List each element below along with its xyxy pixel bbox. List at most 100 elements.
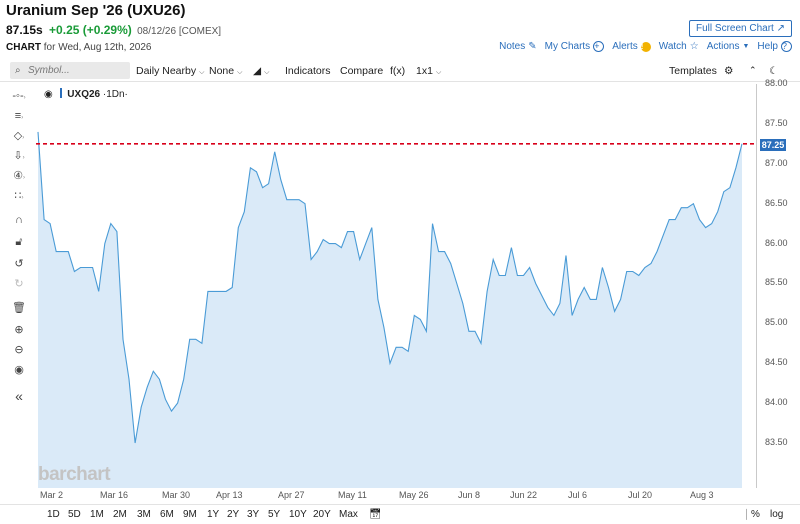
chevron-down-icon: ⌵ xyxy=(435,69,442,76)
area-chart-icon: ◢ xyxy=(253,65,262,77)
lock-icon[interactable]: 🔓︎ xyxy=(8,234,30,250)
range-button-2y[interactable]: 2Y xyxy=(227,509,239,520)
range-button-3m[interactable]: 3M xyxy=(137,509,151,520)
zoom-in-icon[interactable]: ⊕ xyxy=(8,322,30,338)
y-tick-label: 87.00 xyxy=(765,157,788,168)
barchart-logo: barchart xyxy=(38,464,111,485)
chevron-down-icon: ⌵ xyxy=(264,69,270,76)
chevron-down-icon: ⌵ xyxy=(199,69,205,76)
range-button-max[interactable]: Max xyxy=(339,509,358,520)
caret-down-icon: ▼ xyxy=(742,43,750,50)
magnet-icon[interactable]: ∩ xyxy=(8,212,30,228)
legend-symbol: UXQ26 xyxy=(67,89,101,100)
alert-icon: ! xyxy=(640,41,651,52)
x-tick-label: Mar 16 xyxy=(100,490,129,500)
undo-icon[interactable]: ↺ xyxy=(8,256,30,272)
y-tick-label: 86.00 xyxy=(765,237,788,248)
range-button-5d[interactable]: 5D xyxy=(68,509,81,520)
collapse-toolbar-icon[interactable]: « xyxy=(8,388,30,404)
chart-toolbar: ⌕ Symbol... Daily Nearby ⌵ None ⌵ ◢ ⌵ Indic… xyxy=(0,60,800,82)
x-tick-label: Jun 8 xyxy=(458,490,481,500)
actions-menu[interactable]: Actions ▼ xyxy=(707,41,750,52)
range-button-2m[interactable]: 2M xyxy=(113,509,127,520)
star-icon: ☆ xyxy=(689,41,699,52)
theme-moon-icon[interactable]: ☾ xyxy=(769,65,778,77)
range-button-20y[interactable]: 20Y xyxy=(313,509,331,520)
range-button-9m[interactable]: 9M xyxy=(183,509,197,520)
my-charts-link[interactable]: My Charts + xyxy=(545,41,605,52)
edit-icon: ✎ xyxy=(528,41,537,52)
trash-icon[interactable]: 🗑︎ xyxy=(8,300,30,316)
watch-link[interactable]: Watch ☆ xyxy=(659,41,699,52)
symbol-search-input[interactable]: ⌕ Symbol... xyxy=(10,62,130,79)
gear-icon[interactable]: ⚙ xyxy=(724,65,733,77)
help-icon: ? xyxy=(781,41,792,52)
range-button-1d[interactable]: 1D xyxy=(47,509,60,520)
y-tick-label: 83.50 xyxy=(765,437,788,448)
range-button-1y[interactable]: 1Y xyxy=(207,509,219,520)
y-tick-label: 86.50 xyxy=(765,197,788,208)
range-button-5y[interactable]: 5Y xyxy=(268,509,280,520)
overlay-dropdown[interactable]: None ⌵ xyxy=(209,65,242,77)
annotation-tool-icon[interactable]: ④› xyxy=(8,168,30,184)
shape-tool-icon[interactable]: ◇› xyxy=(8,128,30,144)
chart-actions: Notes ✎ My Charts + Alerts! Watch ☆ Actions… xyxy=(499,41,792,52)
range-button-1m[interactable]: 1M xyxy=(90,509,104,520)
help-link[interactable]: Help? xyxy=(757,41,792,52)
full-screen-chart-button[interactable]: Full Screen Chart ↗ xyxy=(689,20,792,37)
zoom-out-icon[interactable]: ⊖ xyxy=(8,342,30,358)
current-price-tag: 87.25 xyxy=(760,139,786,151)
y-tick-label: 84.50 xyxy=(765,357,788,368)
last-price: 87.15s xyxy=(6,23,43,37)
x-tick-label: Jun 22 xyxy=(510,490,538,500)
indicators-button[interactable]: Indicators xyxy=(285,65,331,77)
x-tick-label: Mar 2 xyxy=(40,490,64,500)
instrument-title: Uranium Sep '26 (UXU26) xyxy=(6,2,186,19)
price-chart[interactable] xyxy=(36,84,756,488)
range-button-6m[interactable]: 6M xyxy=(160,509,174,520)
price-summary: 87.15s +0.25 (+0.29%) 08/12/26 [COMEX] xyxy=(6,23,221,37)
compare-button[interactable]: Compare xyxy=(340,65,383,77)
chart-label: CHART xyxy=(6,42,41,53)
redo-icon[interactable]: ↻ xyxy=(8,276,30,292)
alerts-link[interactable]: Alerts! xyxy=(612,41,651,52)
y-tick-label: 87.50 xyxy=(765,117,788,128)
x-tick-label: May 26 xyxy=(399,490,429,500)
arrow-tool-icon[interactable]: ⇩› xyxy=(8,148,30,164)
pattern-tool-icon[interactable]: ∷› xyxy=(8,188,30,204)
notes-link[interactable]: Notes ✎ xyxy=(499,41,537,52)
plus-icon: + xyxy=(593,41,605,52)
x-tick-label: May 11 xyxy=(338,490,367,500)
function-button[interactable]: f(x) xyxy=(390,65,405,77)
crosshair-tool-icon[interactable]: -◦-› xyxy=(8,88,30,104)
x-tick-label: Apr 13 xyxy=(216,490,243,500)
log-scale-toggle[interactable]: log xyxy=(770,509,783,520)
x-tick-label: Aug 3 xyxy=(690,490,714,500)
range-button-3y[interactable]: 3Y xyxy=(247,509,259,520)
percent-scale-toggle[interactable]: % xyxy=(751,509,760,520)
layout-dropdown[interactable]: 1x1 ⌵ xyxy=(416,65,441,77)
quote-meta: 08/12/26 [COMEX] xyxy=(137,26,222,37)
series-color-swatch xyxy=(59,88,62,98)
interval-dropdown[interactable]: Daily Nearby ⌵ xyxy=(136,65,204,77)
chart-type-dropdown[interactable]: ◢ ⌵ xyxy=(253,65,269,77)
eye-icon[interactable]: ◉ xyxy=(8,362,30,378)
chevron-down-icon: ⌵ xyxy=(237,69,243,76)
fib-tool-icon[interactable]: ≡› xyxy=(8,108,30,124)
calendar-icon[interactable]: 📅︎ xyxy=(369,509,382,520)
expand-icon: ↗ xyxy=(776,23,785,34)
eye-icon[interactable]: ◉ xyxy=(44,89,53,100)
drawing-tools: -◦-› ≡› ◇› ⇩› ④› ∷› ∩ 🔓︎ ↺ ↻ 🗑︎ ⊕ ⊖ ◉ « xyxy=(0,84,36,404)
chart-date-line: CHART for Wed, Aug 12th, 2026 xyxy=(6,42,151,53)
y-tick-label: 84.00 xyxy=(765,397,788,408)
x-tick-label: Jul 20 xyxy=(628,490,653,500)
range-button-10y[interactable]: 10Y xyxy=(289,509,307,520)
x-tick-label: Apr 27 xyxy=(278,490,305,500)
chart-date: for Wed, Aug 12th, 2026 xyxy=(43,42,152,53)
x-tick-label: Jul 6 xyxy=(568,490,588,500)
y-tick-label: 85.00 xyxy=(765,317,788,328)
templates-button[interactable]: Templates xyxy=(669,65,717,77)
collapse-icon[interactable]: ⌃ xyxy=(749,65,757,76)
x-axis: Mar 2 Mar 16 Mar 30 Apr 13 Apr 27 May 11 May 2… xyxy=(36,488,756,502)
x-tick-label: Mar 30 xyxy=(162,490,191,500)
